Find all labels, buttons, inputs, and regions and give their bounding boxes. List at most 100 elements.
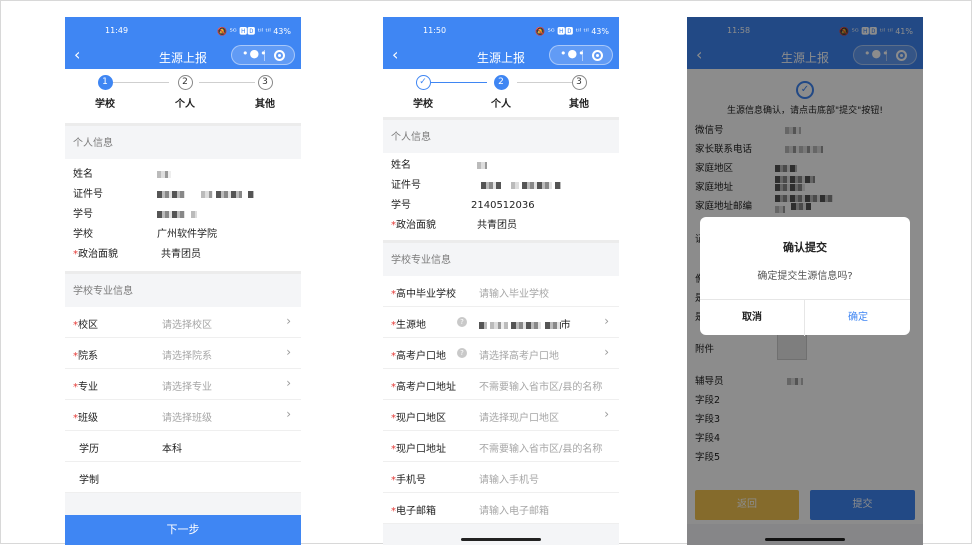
duration-label: 学制	[79, 475, 99, 486]
name-value-redacted	[157, 165, 171, 185]
origin-select[interactable]: *生源地 ? 市 ›	[383, 307, 619, 338]
field2-label: 字段2	[695, 395, 721, 406]
duration-row: 学制	[65, 462, 301, 493]
stepper: 1 学校 2 个人 3 其他	[65, 69, 301, 123]
id-label: 证件号	[73, 189, 103, 200]
status-bar: 11:49 🔕 ⁵ᴳ 🅷🅳 ᵗᴵˡ ᵗᴵˡ 43%	[65, 17, 301, 43]
step-personal: 2 个人	[479, 75, 523, 110]
confirm-button[interactable]: 确定	[806, 300, 910, 336]
student-no-row: 学号 2140512036	[383, 196, 619, 216]
politics-value: 共青团员	[161, 249, 201, 260]
origin-value-redacted: 市	[479, 316, 571, 331]
chevron-right-icon: ›	[286, 314, 291, 328]
id-row: 证件号	[65, 185, 301, 205]
bottom-actions: 返回 提交	[687, 484, 923, 524]
field4-label: 字段4	[695, 433, 721, 444]
family-address-row: 家庭地址	[695, 179, 833, 213]
id-value-redacted	[481, 176, 561, 196]
major-select[interactable]: *专业 请选择专业 ›	[65, 369, 301, 400]
current-hukou-select[interactable]: *现户口地区 请选择现户口地区 ›	[383, 400, 619, 431]
phone-placeholder: 请输入手机号	[479, 475, 539, 486]
counselor-row: 辅导员	[695, 373, 803, 387]
student-no-value-redacted	[157, 205, 198, 225]
help-icon[interactable]: ?	[457, 348, 467, 358]
major-label: 专业	[78, 382, 98, 393]
mini-program-capsule: •●•	[231, 45, 295, 65]
current-hukou-address-label: 现户口地址	[396, 444, 446, 455]
phone-input[interactable]: *手机号 请输入手机号	[383, 462, 619, 493]
education-value: 本科	[162, 444, 182, 455]
section-personal-info: 个人信息	[65, 123, 301, 159]
current-hukou-placeholder: 请选择现户口地区	[479, 413, 559, 424]
close-mini-program-icon[interactable]	[592, 50, 603, 61]
exam-hukou-select[interactable]: *高考户口地 ? 请选择高考户口地 ›	[383, 338, 619, 369]
school-row: 学校 广州软件学院	[65, 225, 301, 245]
student-no-row: 学号	[65, 205, 301, 225]
home-indicator	[461, 538, 541, 541]
confirm-header: ✓ 生源信息确认，请点击底部"提交"按钮!	[687, 69, 923, 125]
email-placeholder: 请输入电子邮箱	[479, 506, 549, 517]
campus-placeholder: 请选择校区	[162, 320, 212, 331]
department-label: 院系	[78, 351, 98, 362]
class-placeholder: 请选择班级	[162, 413, 212, 424]
personal-info-block: 姓名 证件号 学号 2140512036 *政治面貌 共青团员	[383, 153, 619, 240]
class-select[interactable]: *班级 请选择班级 ›	[65, 400, 301, 431]
exam-hukou-address-input[interactable]: *高考户口地址 不需要输入省市区/县的名称	[383, 369, 619, 400]
origin-city-suffix: 市	[560, 320, 571, 331]
attachment-label: 附件	[695, 344, 715, 355]
status-bar: 11:58 🔕 ⁵ᴳ 🅷🅳 ᵗᴵˡ ᵗᴵˡ 41%	[687, 17, 923, 43]
school-value: 广州软件学院	[157, 229, 217, 240]
current-hukou-label: 现户口地区	[396, 413, 446, 424]
cancel-button[interactable]: 取消	[700, 300, 805, 336]
next-step-button[interactable]: 下一步	[65, 515, 301, 545]
politics-label: 政治面貌	[396, 220, 436, 231]
submit-button[interactable]: 提交	[810, 490, 915, 520]
home-indicator	[765, 538, 845, 541]
major-placeholder: 请选择专业	[162, 382, 212, 393]
capsule-divider	[264, 50, 265, 61]
step-label: 学校	[413, 99, 433, 110]
campus-select[interactable]: *校区 请选择校区 ›	[65, 307, 301, 338]
field3-label: 字段3	[695, 414, 721, 425]
personal-info-block: 姓名 证件号 学号 学校 广州软件学院 *政治面貌 共青团员	[65, 159, 301, 271]
section-personal-info: 个人信息	[383, 117, 619, 153]
screenshot-frame: 11:49 🔕 ⁵ᴳ 🅷🅳 ᵗᴵˡ ᵗᴵˡ 43% ‹ 生源上报 •●• 1 学…	[0, 0, 972, 545]
close-mini-program-icon[interactable]	[896, 50, 907, 61]
wechat-label: 微信号	[695, 125, 724, 136]
chevron-right-icon: ›	[604, 345, 609, 359]
id-label: 证件号	[391, 180, 421, 191]
exam-hukou-address-placeholder: 不需要输入省市区/县的名称	[479, 382, 603, 393]
step-number: 2	[177, 75, 193, 90]
section-school-info: 学校专业信息	[65, 271, 301, 307]
field5-label: 字段5	[695, 452, 721, 463]
step-label: 个人	[491, 99, 511, 110]
check-icon: ✓	[415, 75, 431, 90]
parent-phone-value-redacted	[785, 144, 823, 155]
step-number: 2	[493, 75, 509, 90]
confirm-dialog: 确认提交 确定提交生源信息吗? 取消 确定	[700, 217, 910, 336]
family-area-row: 家庭地区	[695, 160, 815, 183]
step-label: 其他	[255, 99, 275, 110]
origin-label: 生源地	[396, 320, 426, 331]
wechat-row: 微信号	[695, 122, 801, 136]
section-school-info: 学校专业信息	[383, 240, 619, 276]
email-input[interactable]: *电子邮箱 请输入电子邮箱	[383, 493, 619, 524]
phone-confirm: 11:58 🔕 ⁵ᴳ 🅷🅳 ᵗᴵˡ ᵗᴵˡ 41% ‹ 生源上报 •●• ✓ 生…	[687, 17, 923, 545]
attachment-thumbnail[interactable]	[777, 332, 807, 360]
counselor-label: 辅导员	[695, 376, 724, 387]
family-zip-value-redacted	[791, 201, 811, 212]
department-select[interactable]: *院系 请选择院系 ›	[65, 338, 301, 369]
confirm-message: 生源信息确认，请点击底部"提交"按钮!	[727, 106, 883, 116]
help-icon[interactable]: ?	[457, 317, 467, 327]
mini-program-capsule: •●•	[853, 45, 917, 65]
politics-label: 政治面貌	[78, 249, 118, 260]
current-hukou-address-input[interactable]: *现户口地址 不需要输入省市区/县的名称	[383, 431, 619, 462]
back-button[interactable]: 返回	[695, 490, 799, 520]
education-row: 学历 本科	[65, 431, 301, 462]
highschool-input[interactable]: *高中毕业学校 请输入毕业学校	[383, 276, 619, 307]
step-label: 其他	[569, 99, 589, 110]
chevron-right-icon: ›	[604, 407, 609, 421]
family-address-label: 家庭地址	[695, 182, 734, 193]
close-mini-program-icon[interactable]	[274, 50, 285, 61]
phone-step1: 11:49 🔕 ⁵ᴳ 🅷🅳 ᵗᴵˡ ᵗᴵˡ 43% ‹ 生源上报 •●• 1 学…	[65, 17, 301, 545]
